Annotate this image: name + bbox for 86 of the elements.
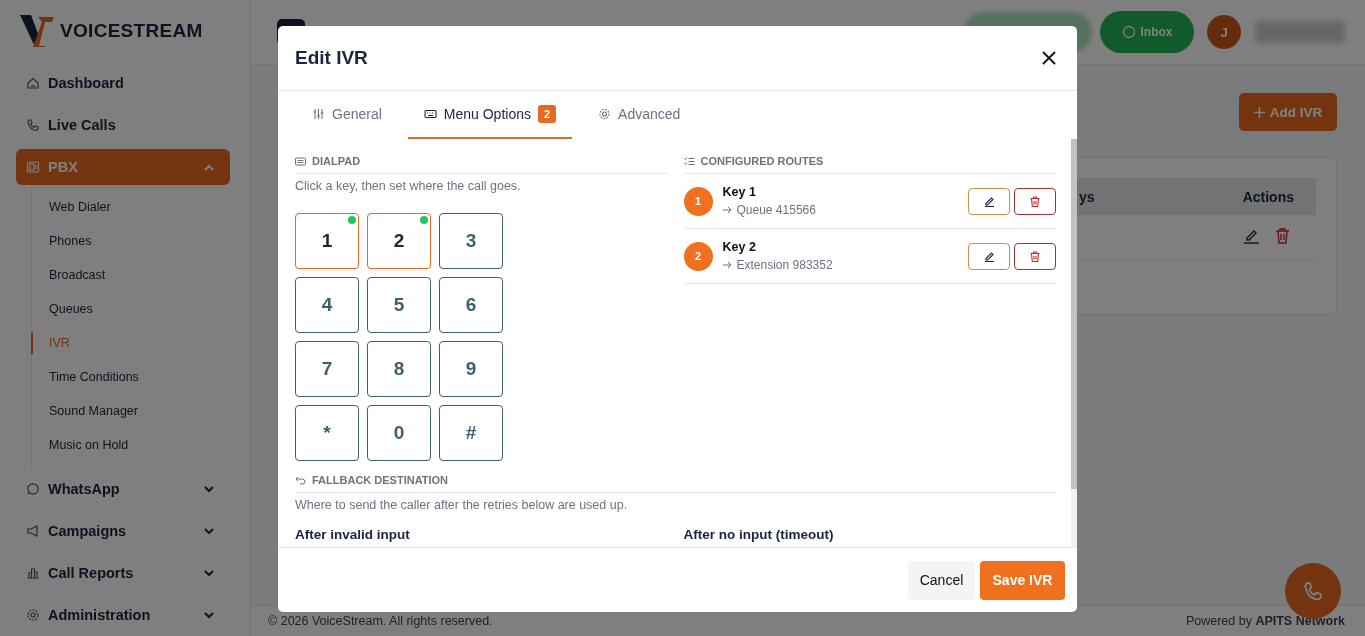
- section-hint: Where to send the caller after the retries below are used up.: [295, 498, 629, 512]
- route-destination: Queue 415566: [736, 203, 816, 217]
- tab[interactable]: General: [296, 91, 398, 139]
- return-arrow-icon: [295, 475, 306, 485]
- chat-bubble-icon: [26, 482, 40, 496]
- dialpad-key[interactable]: 0: [367, 405, 431, 461]
- avatar[interactable]: J: [1207, 15, 1241, 49]
- column-header: Actions: [1242, 188, 1295, 205]
- section-heading: FALLBACK DESTINATION: [312, 474, 449, 486]
- section-heading: DIALPAD: [312, 155, 361, 167]
- column-header: ys: [1079, 188, 1096, 205]
- nav-item[interactable]: Dashboard: [16, 65, 230, 101]
- status-dot: [420, 216, 428, 224]
- nav-subitem[interactable]: Music on Hold: [32, 428, 230, 462]
- bar-chart-icon: [26, 566, 40, 580]
- house-icon: [26, 76, 40, 90]
- nav-item[interactable]: Live Calls: [16, 107, 230, 143]
- cancel-button[interactable]: Cancel: [908, 560, 975, 600]
- edit-icon: [983, 250, 995, 262]
- nav-subitem[interactable]: IVR: [31, 332, 230, 354]
- chat-bubble-icon: [1121, 25, 1136, 39]
- copyright-text: © 2026 VoiceStream. All rights reserved.: [268, 614, 493, 628]
- nav-subitem[interactable]: Time Conditions: [32, 360, 230, 394]
- dialpad-key[interactable]: 8: [367, 341, 431, 397]
- nav-subitem[interactable]: Broadcast: [32, 258, 230, 292]
- scrollbar-thumb[interactable]: [1071, 139, 1077, 489]
- phone-icon: [1302, 580, 1324, 602]
- nav-item[interactable]: WhatsApp: [16, 471, 230, 507]
- edit-icon: [983, 195, 995, 207]
- count-badge: 2: [538, 105, 557, 123]
- dialpad-key[interactable]: #: [439, 405, 503, 461]
- key-number-badge: 1: [683, 186, 713, 216]
- tab[interactable]: Menu Options 2: [407, 91, 573, 139]
- delete-route-button[interactable]: [1014, 187, 1056, 215]
- checklist-icon: [683, 156, 695, 166]
- dialpad-key[interactable]: 2: [367, 213, 431, 269]
- trash-icon: [1030, 195, 1040, 207]
- megaphone-icon: [26, 524, 40, 538]
- route-destination: Extension 983352: [736, 258, 833, 272]
- phone-icon: [26, 118, 40, 132]
- dialpad-key[interactable]: *: [295, 405, 359, 461]
- dialpad-key[interactable]: 6: [439, 277, 503, 333]
- nav-item[interactable]: Call Reports: [16, 555, 230, 591]
- section-hint: Click a key, then set where the call goes.: [295, 179, 522, 193]
- nav-subitem[interactable]: Phones: [32, 224, 230, 258]
- tab[interactable]: Advanced: [582, 91, 697, 139]
- logo-icon: [18, 13, 56, 49]
- nav-item[interactable]: Administration: [16, 597, 230, 633]
- nav-item[interactable]: Campaigns: [16, 513, 230, 549]
- edit-route-button[interactable]: [968, 187, 1010, 215]
- plus-icon: [1253, 106, 1265, 118]
- nav-subitem[interactable]: Web Dialer: [32, 190, 230, 224]
- delete-route-button[interactable]: [1014, 242, 1056, 270]
- save-ivr-button[interactable]: Save IVR: [980, 560, 1065, 600]
- nav-item[interactable]: PBX: [16, 149, 230, 185]
- field-label: After no input (timeout): [682, 527, 835, 542]
- brand-name: VOICESTREAM: [60, 20, 203, 42]
- close-icon[interactable]: [1042, 51, 1056, 65]
- route-title: Key 1: [722, 185, 757, 199]
- edit-route-button[interactable]: [968, 242, 1010, 270]
- dialog-title: Edit IVR: [295, 47, 368, 69]
- trash-icon: [1030, 250, 1040, 262]
- arrow-right-icon: [722, 206, 732, 214]
- nav-subitem[interactable]: Sound Manager: [32, 394, 230, 428]
- gear-icon: [598, 108, 612, 120]
- dialpad-key[interactable]: 7: [295, 341, 359, 397]
- dialpad-key[interactable]: 3: [439, 213, 503, 269]
- dialpad-key[interactable]: 4: [295, 277, 359, 333]
- dialpad-key[interactable]: 9: [439, 341, 503, 397]
- status-dot: [348, 216, 356, 224]
- dialpad-key[interactable]: 5: [367, 277, 431, 333]
- dialpad-key[interactable]: 1: [295, 213, 359, 269]
- route-title: Key 2: [722, 240, 757, 254]
- powered-by-text: Powered by APITS Network: [1185, 614, 1345, 628]
- field-label: After invalid input: [295, 527, 411, 542]
- trash-icon[interactable]: [1275, 227, 1290, 244]
- add-ivr-button[interactable]: Add IVR: [1239, 93, 1337, 131]
- section-heading: CONFIGURED ROUTES: [700, 155, 824, 167]
- arrow-right-icon: [722, 261, 732, 269]
- nav-subitem[interactable]: Queues: [32, 292, 230, 326]
- sliders-icon: [312, 108, 325, 120]
- desk-phone-icon: [26, 160, 40, 174]
- keyboard-icon: [295, 156, 306, 166]
- gear-icon: [26, 608, 40, 622]
- keyboard-icon: [423, 108, 437, 120]
- key-number-badge: 2: [683, 241, 713, 271]
